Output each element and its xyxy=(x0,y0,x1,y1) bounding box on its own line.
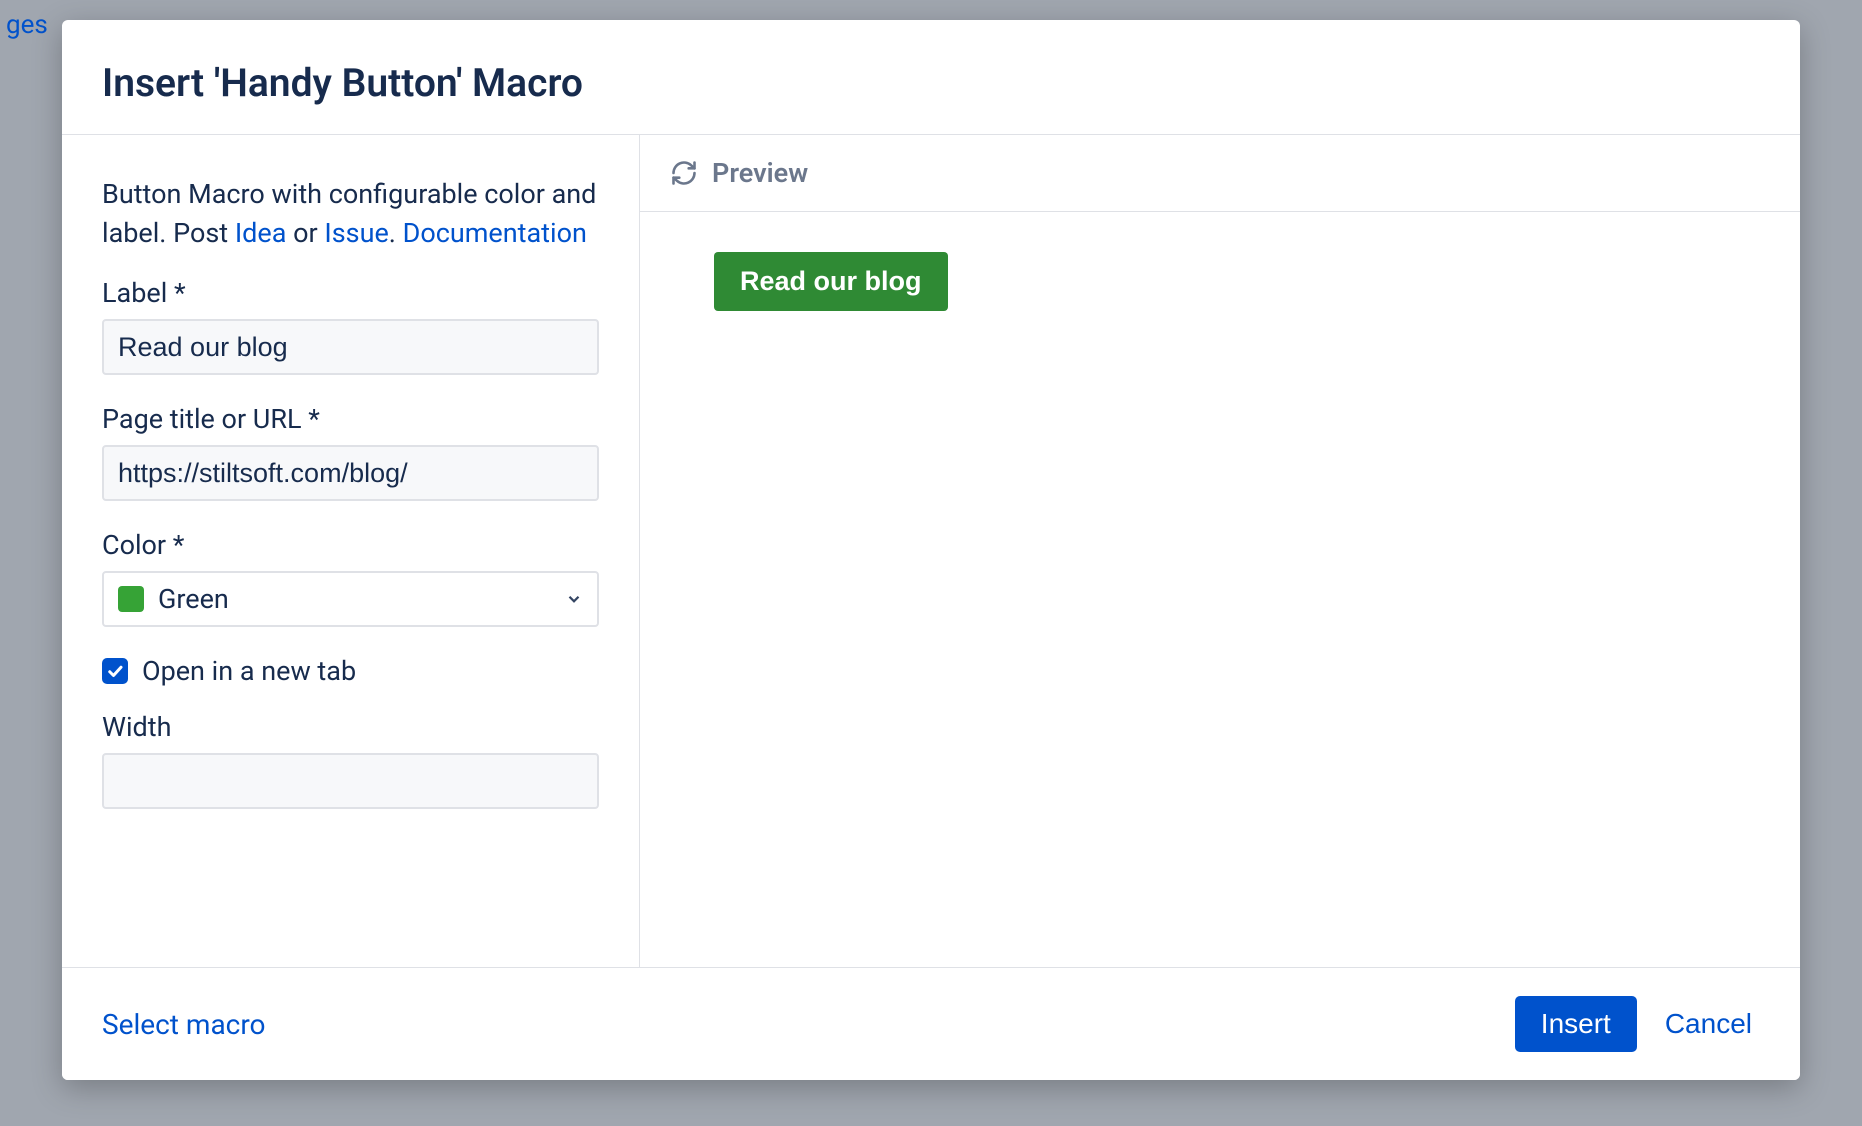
color-field-group: Color * Green xyxy=(102,529,599,627)
cancel-button[interactable]: Cancel xyxy=(1657,996,1760,1052)
documentation-link[interactable]: Documentation xyxy=(403,217,587,249)
width-field-group: Width xyxy=(102,711,599,809)
dialog-header: Insert 'Handy Button' Macro xyxy=(62,20,1800,135)
config-panel: Button Macro with configurable color and… xyxy=(62,135,640,967)
check-icon xyxy=(106,662,124,680)
newtab-label: Open in a new tab xyxy=(142,655,356,687)
color-selected-name: Green xyxy=(158,583,565,615)
select-macro-link[interactable]: Select macro xyxy=(102,1008,266,1041)
url-input[interactable] xyxy=(102,445,599,501)
preview-rendered-button[interactable]: Read our blog xyxy=(714,252,948,311)
preview-header: Preview xyxy=(640,135,1800,212)
dialog-body: Button Macro with configurable color and… xyxy=(62,135,1800,967)
background-partial-text: ges xyxy=(0,4,54,46)
macro-description: Button Macro with configurable color and… xyxy=(102,175,599,253)
newtab-field-group: Open in a new tab xyxy=(102,655,599,687)
url-field-group: Page title or URL * xyxy=(102,403,599,501)
desc-period: . xyxy=(389,217,403,249)
refresh-icon[interactable] xyxy=(670,159,698,187)
preview-heading: Preview xyxy=(712,157,808,189)
color-swatch xyxy=(118,586,144,612)
chevron-down-icon xyxy=(565,590,583,608)
idea-link[interactable]: Idea xyxy=(235,217,287,249)
issue-link[interactable]: Issue xyxy=(324,217,388,249)
preview-body: Read our blog xyxy=(640,212,1800,967)
label-field-group: Label * xyxy=(102,277,599,375)
dialog-footer: Select macro Insert Cancel xyxy=(62,967,1800,1080)
width-field-label: Width xyxy=(102,711,599,743)
footer-actions: Insert Cancel xyxy=(1515,996,1760,1052)
preview-panel: Preview Read our blog xyxy=(640,135,1800,967)
color-select[interactable]: Green xyxy=(102,571,599,627)
newtab-checkbox[interactable] xyxy=(102,658,128,684)
url-field-label: Page title or URL * xyxy=(102,403,599,435)
desc-or: or xyxy=(286,217,324,249)
color-field-label: Color * xyxy=(102,529,599,561)
macro-insert-dialog: Insert 'Handy Button' Macro Button Macro… xyxy=(62,20,1800,1080)
dialog-title: Insert 'Handy Button' Macro xyxy=(102,60,1760,106)
label-input[interactable] xyxy=(102,319,599,375)
insert-button[interactable]: Insert xyxy=(1515,996,1637,1052)
width-input[interactable] xyxy=(102,753,599,809)
label-field-label: Label * xyxy=(102,277,599,309)
